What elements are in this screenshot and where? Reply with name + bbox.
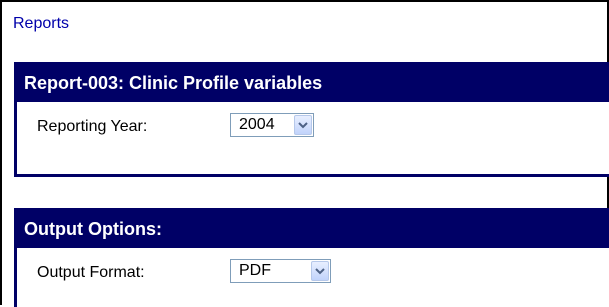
output-options-header: Output Options: — [17, 211, 609, 248]
output-options-panel: Output Options: Output Format: PDF — [14, 208, 609, 307]
reporting-year-label: Reporting Year: — [37, 118, 148, 135]
reporting-year-row: Reporting Year: 2004 — [17, 113, 609, 143]
output-format-label: Output Format: — [37, 264, 145, 281]
report-window: Reports Report-003: Clinic Profile varia… — [0, 0, 609, 307]
report-parameters-panel: Report-003: Clinic Profile variables Rep… — [14, 62, 609, 177]
chevron-down-icon[interactable] — [294, 115, 312, 135]
output-format-select[interactable]: PDF — [230, 259, 331, 283]
reporting-year-value: 2004 — [239, 116, 275, 133]
chevron-down-icon[interactable] — [311, 261, 329, 281]
reporting-year-select[interactable]: 2004 — [230, 113, 314, 137]
output-format-value: PDF — [239, 262, 271, 279]
report-title-header: Report-003: Clinic Profile variables — [17, 65, 609, 102]
breadcrumb-reports-link[interactable]: Reports — [13, 15, 69, 33]
output-format-row: Output Format: PDF — [17, 259, 609, 289]
